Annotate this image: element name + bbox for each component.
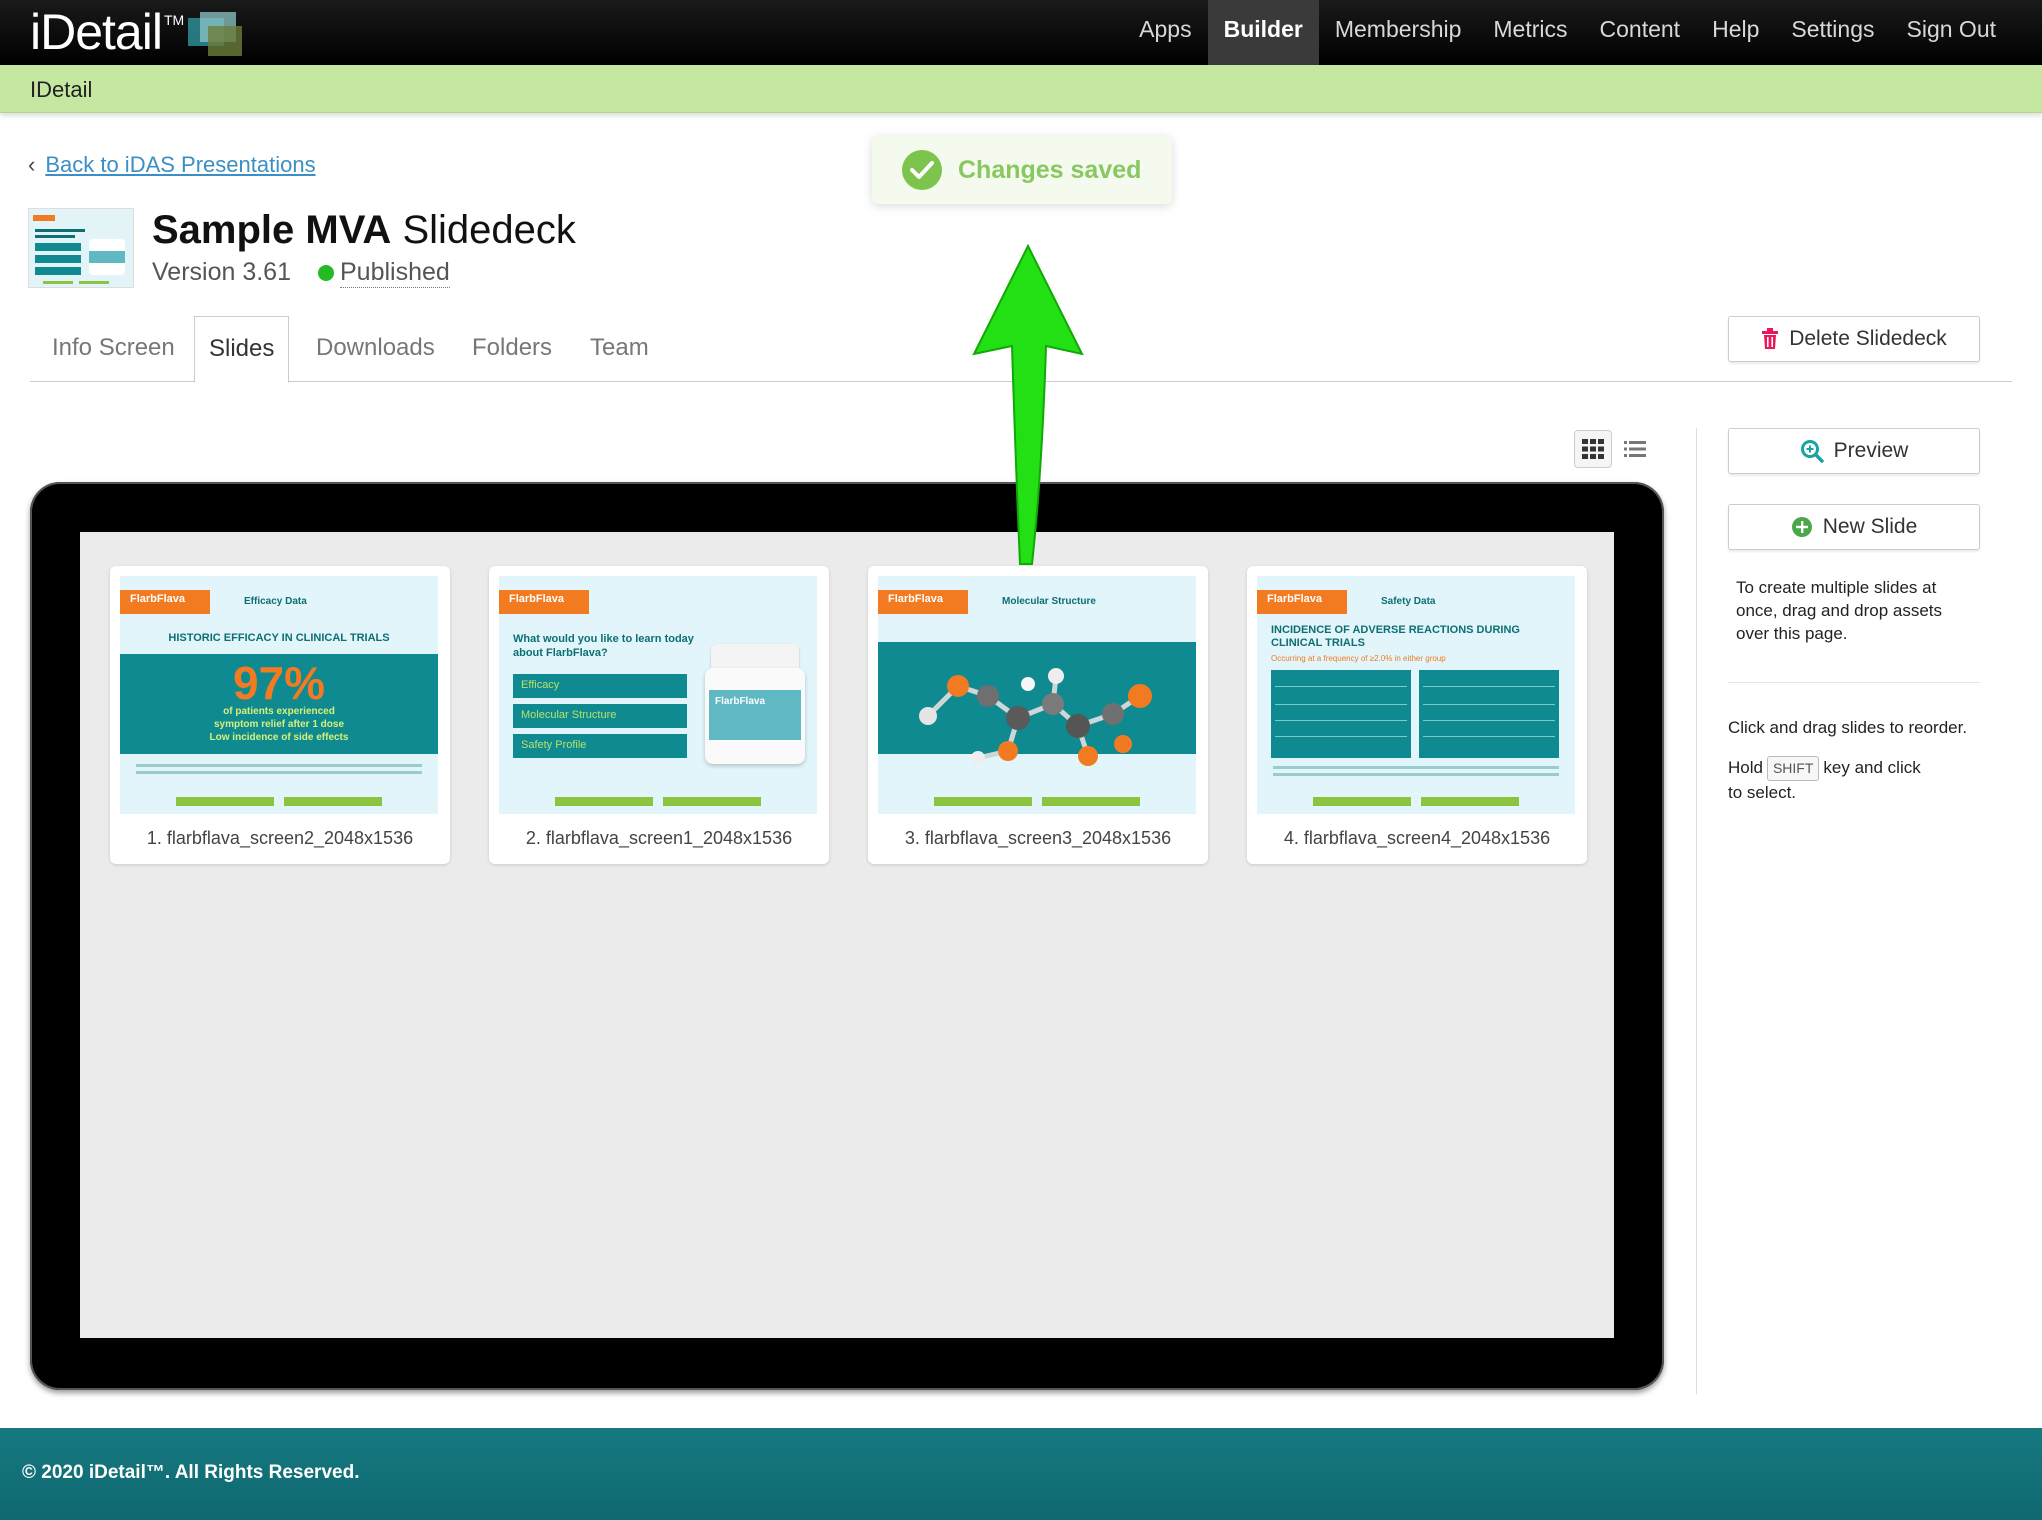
tablet-frame: FlarbFlava Efficacy Data HISTORIC EFFICA… [30,482,1664,1390]
nav-sign-out[interactable]: Sign Out [1891,0,2013,65]
publish-status[interactable]: Published [318,258,450,288]
preview-button[interactable]: Preview [1728,428,1980,474]
idetail-logo[interactable]: iDetail TM [30,4,244,60]
slide-menu-item: Molecular Structure [513,704,687,728]
slide-thumbnail-1: FlarbFlava Efficacy Data HISTORIC EFFICA… [120,576,438,814]
slide-caption-4: 4. flarbflava_screen4_2048x1536 [1283,828,1551,848]
back-to-presentations-link[interactable]: Back to iDAS Presentations [45,152,315,178]
slide-card-2[interactable]: FlarbFlava What would you like to learn … [489,566,829,864]
preview-label: Preview [1833,439,1909,462]
slide-heading: HISTORIC EFFICACY IN CLINICAL TRIALS [168,632,390,644]
logo-mark-icon [188,12,244,56]
nav-settings[interactable]: Settings [1775,0,1890,65]
slide-caption-1: 1. flarbflava_screen2_2048x1536 [146,828,414,848]
slide-thumbnail-3: FlarbFlava Molecular Structure [878,576,1196,814]
deck-version: Version 3.61 [152,258,291,286]
new-slide-label: New Slide [1822,515,1918,538]
select-text-2: to select. [1728,783,1797,802]
nav-membership[interactable]: Membership [1319,0,1478,65]
nav-metrics[interactable]: Metrics [1477,0,1583,65]
new-slide-button[interactable]: New Slide [1728,504,1980,550]
chevron-left-icon: ‹ [28,152,36,177]
nav-help[interactable]: Help [1696,0,1775,65]
slide-thumbnail-4: FlarbFlava Safety Data INCIDENCE OF ADVE… [1257,576,1575,814]
delete-slidedeck-label: Delete Slidedeck [1789,327,1947,350]
select-text: key and click [1823,758,1921,777]
shift-key: SHIFT [1766,756,1820,781]
shift-select-note: Hold SHIFT key and click to select. [1728,756,1988,804]
slide-big-stat: 97% [232,657,326,709]
main-nav: Apps Builder Membership Metrics Content … [1123,0,2012,65]
slide-card-1[interactable]: FlarbFlava Efficacy Data HISTORIC EFFICA… [110,566,450,864]
slide-caption-2: 2. flarbflava_screen1_2048x1536 [525,828,793,848]
nav-apps[interactable]: Apps [1123,0,1207,65]
slide-stat-sub3: Low incidence of side effects [209,732,349,743]
slide-stat-sub1: of patients experienced [223,706,335,717]
list-view-toggle[interactable] [1616,430,1654,468]
logo-text: iDetail [30,4,163,60]
tab-info-screen[interactable]: Info Screen [52,316,175,382]
reorder-note: Click and drag slides to reorder. [1728,718,1968,737]
slide-subheading: Occurring at a frequency of ≥2.0% in eit… [1271,654,1446,663]
sidebar-separator [1728,682,1980,683]
slide-card-3[interactable]: FlarbFlava Molecular Structure 3. flarbf… [868,566,1208,864]
safety-table-right [1419,670,1559,758]
plus-circle-icon [1791,516,1813,538]
logo-trademark: TM [163,12,185,28]
app-subbar: IDetail [0,65,2042,113]
hold-text: Hold [1728,758,1763,777]
back-link-row: ‹ Back to iDAS Presentations [28,152,316,178]
slide-section-label: Safety Data [1381,596,1436,607]
slide-brand-badge: FlarbFlava [1257,590,1347,614]
tab-folders[interactable]: Folders [472,316,552,382]
deck-title-bold: Sample MVA [152,208,392,252]
tab-slides[interactable]: Slides [194,316,290,383]
nav-builder[interactable]: Builder [1207,0,1319,65]
slide-brand-badge: FlarbFlava [878,590,968,614]
toast-message: Changes saved [958,155,1142,184]
subbar-title: IDetail [30,77,93,102]
zoom-in-icon [1800,439,1824,463]
sidebar-divider [1696,428,1697,1394]
slide-heading: INCIDENCE OF ADVERSE REACTIONS DURING CL… [1271,624,1520,649]
slide-question: What would you like to learn today about… [513,633,694,659]
slides-drop-area[interactable]: FlarbFlava Efficacy Data HISTORIC EFFICA… [80,532,1614,1338]
slide-caption-3: 3. flarbflava_screen3_2048x1536 [904,828,1172,848]
slide-menu-item: Efficacy [513,674,687,698]
slide-brand-badge: FlarbFlava [120,590,210,614]
grid-icon [1582,439,1604,459]
delete-slidedeck-button[interactable]: Delete Slidedeck [1728,316,1980,362]
deck-title: Sample MVA Slidedeck [152,208,576,253]
trash-icon [1761,328,1779,350]
safety-table-left [1271,670,1411,758]
green-arrow-annotation [972,243,1084,565]
slide-thumbnail-2: FlarbFlava What would you like to learn … [499,576,817,814]
grid-view-toggle[interactable] [1574,430,1612,468]
tab-team[interactable]: Team [590,316,649,382]
tab-downloads[interactable]: Downloads [316,316,435,382]
slide-brand-badge: FlarbFlava [499,590,589,614]
list-icon [1624,441,1646,457]
status-label: Published [340,258,450,288]
deck-title-light: Slidedeck [391,208,576,252]
slide-section-label: Efficacy Data [244,596,307,607]
slide-menu-item: Safety Profile [513,734,687,758]
status-dot-icon [318,265,334,281]
deck-thumbnail [28,208,134,288]
nav-content[interactable]: Content [1584,0,1697,65]
page-footer: © 2020 iDetail™. All Rights Reserved. [0,1428,2042,1520]
footer-copyright: © 2020 iDetail™. All Rights Reserved. [22,1462,360,1483]
slide-section-label: Molecular Structure [1002,596,1096,607]
slide-card-4[interactable]: FlarbFlava Safety Data INCIDENCE OF ADVE… [1247,566,1587,864]
bottle-label: FlarbFlava [709,690,801,740]
check-circle-icon [902,150,942,190]
slide-band: 97% of patients experienced symptom reli… [120,654,438,754]
top-navbar: iDetail TM Apps Builder Membership Metri… [0,0,2042,65]
changes-saved-toast: Changes saved [872,136,1172,204]
molecule-illustration [919,668,1152,766]
bottle-illustration: FlarbFlava [705,644,805,764]
drop-assets-note: To create multiple slides at once, drag … [1736,578,1943,643]
slide-stat-sub2: symptom relief after 1 dose [213,719,345,730]
